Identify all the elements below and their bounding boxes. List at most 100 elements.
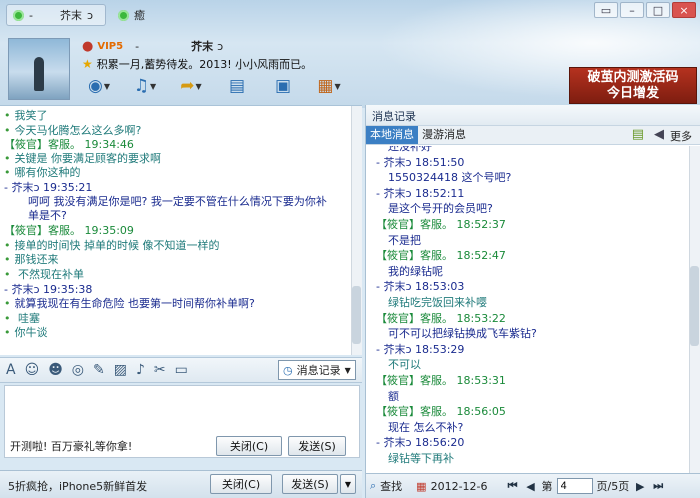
- ad-banner[interactable]: 破茧内测激活码 今日增发: [569, 67, 697, 104]
- bullet-icon: •: [4, 166, 11, 179]
- close-button[interactable]: ×: [672, 2, 696, 18]
- emoji-icon[interactable]: ☺: [25, 362, 40, 378]
- chat-line-text: 今天马化腾怎么这么多啊?: [14, 124, 142, 137]
- font-icon[interactable]: A: [6, 362, 16, 378]
- chat-line: • 关键是 你要满足顾客的要求啊: [4, 152, 161, 165]
- history-line: 可不可以把绿钻换成飞车紫钻?: [388, 327, 537, 341]
- history-line: 1550324418 这个号吧?: [388, 171, 512, 185]
- status-selector[interactable]: - 芥末 ↄ: [6, 4, 106, 26]
- input-send-button[interactable]: 发送(S): [288, 436, 346, 456]
- signature[interactable]: 积累一月,蓄势待发。2013! 小小风雨而已。: [97, 56, 312, 72]
- maximize-button[interactable]: □: [646, 2, 670, 18]
- remote-desktop-button[interactable]: ▣: [264, 72, 302, 100]
- chat-scrollbar[interactable]: [351, 106, 362, 355]
- file-transfer-button[interactable]: ➦ ▼: [172, 72, 210, 100]
- shake-icon[interactable]: ◎: [72, 362, 84, 378]
- history-line: - 芥末ↄ 18:53:03: [376, 280, 465, 294]
- history-footer: ⌕ 查找 ▦ 2012-12-6 ⏮ ◀ 第 页/5页 ▶ ⏭: [366, 473, 700, 498]
- chat-line: 【筱官】客服。 19:35:09: [4, 224, 134, 237]
- doodle-icon[interactable]: ✎: [93, 362, 105, 378]
- chat-line-text: 哪有你这种的: [14, 166, 81, 179]
- next-page-icon[interactable]: ▶: [633, 478, 647, 494]
- bottom-promo[interactable]: 5折疯抢，iPhone5新鲜首发: [8, 478, 147, 494]
- chat-line: 【筱官】客服。 19:34:46: [4, 138, 134, 151]
- bullet-icon: •: [4, 326, 11, 339]
- more-link[interactable]: 更多: [670, 128, 692, 144]
- history-panel: 消息记录 本地消息 漫游消息 ▤ ◀ 更多 还没补好 - 芥末ↄ 18:51:50…: [365, 105, 700, 498]
- history-line: 现在 怎么不补?: [388, 420, 464, 434]
- skin-button[interactable]: ▭: [594, 2, 618, 18]
- prev-page-icon[interactable]: ◀: [524, 478, 538, 494]
- minimize-button[interactable]: –: [620, 2, 644, 18]
- dropdown-arrow-icon: ▼: [103, 81, 110, 91]
- chat-toolbar: ◉ ▼ ♫ ▼ ➦ ▼ ▤ ▣ ▦ ▼: [80, 72, 348, 100]
- history-date[interactable]: 2012-12-6: [431, 480, 488, 493]
- history-scrollbar[interactable]: [689, 146, 700, 473]
- app-menu-button[interactable]: ▦ ▼: [310, 72, 348, 100]
- music-icon[interactable]: ♪: [136, 362, 145, 378]
- chat-line-text: 不然现在补单: [14, 268, 84, 281]
- mood-status[interactable]: 癒: [112, 4, 158, 26]
- more-tools-icon[interactable]: ▭: [175, 362, 188, 378]
- search-button[interactable]: 查找: [380, 478, 402, 494]
- nickname-title: 芥末: [59, 9, 82, 22]
- first-page-icon[interactable]: ⏮: [506, 478, 520, 494]
- calendar-icon[interactable]: ▦: [416, 480, 426, 493]
- history-line: 还没补好: [388, 146, 432, 153]
- avatar[interactable]: [8, 38, 70, 100]
- history-line: 是这个号开的会员吧?: [388, 202, 493, 216]
- bullet-icon: •: [4, 297, 11, 310]
- send-button[interactable]: 发送(S): [282, 474, 338, 494]
- last-page-icon[interactable]: ⏭: [651, 478, 665, 494]
- history-line: 额: [388, 389, 399, 403]
- history-line: 【筱官】客服。 18:52:37: [376, 218, 506, 231]
- page-number-input[interactable]: [556, 478, 593, 494]
- chat-line: • 今天马化腾怎么这么多啊?: [4, 124, 141, 137]
- magic-face-icon[interactable]: ☻: [48, 362, 63, 378]
- speaker-icon[interactable]: ◀: [654, 127, 664, 142]
- chat-line: • 哇塞: [4, 312, 40, 325]
- input-promo[interactable]: 开测啦! 百万豪礼等你拿!: [10, 438, 132, 454]
- chat-line-text: 那钱还来: [14, 253, 59, 266]
- chat-line: • 哪有你这种的: [4, 166, 81, 179]
- history-line: - 芥末ↄ 18:51:50: [376, 155, 465, 169]
- history-clock-icon: ◷: [283, 363, 293, 377]
- window-controls: ▭ – □ ×: [594, 2, 696, 18]
- dropdown-arrow-icon: ▼: [195, 81, 202, 91]
- chat-messages: • 我笑了 • 今天马化腾怎么这么多啊? 【筱官】客服。 19:34:46 • 关键是 你要…: [0, 105, 362, 355]
- chat-line-text: 【筱官】客服。 19:35:09: [4, 224, 134, 237]
- chat-line-text: 我笑了: [14, 109, 48, 122]
- history-line: - 芥末ↄ 18:53:29: [376, 342, 465, 356]
- chat-scroll-thumb[interactable]: [352, 286, 361, 344]
- penguin-icon: ●: [82, 38, 94, 54]
- close-chat-button[interactable]: 关闭(C): [210, 474, 272, 494]
- bullet-icon: •: [4, 152, 11, 165]
- chat-line: • 不然现在补单: [4, 268, 84, 281]
- input-close-button[interactable]: 关闭(C): [216, 436, 282, 456]
- history-manager-icon[interactable]: ▤: [632, 127, 644, 142]
- chat-line: • 你牛谈: [4, 326, 48, 339]
- voice-call-button[interactable]: ♫ ▼: [126, 72, 164, 100]
- history-line: 【筱官】客服。 18:53:31: [376, 374, 506, 387]
- bullet-icon: •: [4, 124, 11, 137]
- chat-line-text: 单是不?: [28, 209, 67, 222]
- message-history-button[interactable]: ◷ 消息记录 ▼: [278, 360, 356, 380]
- profile-nick-suffix: ↄ: [217, 39, 224, 53]
- chat-line: • 就算我现在有生命危险 也要第一时间帮你补单啊?: [4, 297, 255, 310]
- tab-local-messages[interactable]: 本地消息: [366, 126, 418, 144]
- tab-roaming-messages[interactable]: 漫游消息: [418, 126, 470, 144]
- bottom-bar: 5折疯抢，iPhone5新鲜首发 关闭(C) 发送(S) ▼: [0, 470, 362, 498]
- video-call-button[interactable]: ◉ ▼: [80, 72, 118, 100]
- history-line: - 芥末ↄ 18:56:20: [376, 436, 465, 450]
- search-icon[interactable]: ⌕: [370, 479, 376, 493]
- dropdown-arrow-icon: ▼: [344, 365, 351, 375]
- chat-line: • 那钱还来: [4, 253, 59, 266]
- vip-badge[interactable]: VIP5: [97, 41, 123, 52]
- history-line: - 芥末ↄ 18:52:11: [376, 186, 465, 200]
- screenshot-icon[interactable]: ✂: [154, 362, 166, 378]
- create-group-button[interactable]: ▤: [218, 72, 256, 100]
- send-options-button[interactable]: ▼: [340, 474, 356, 494]
- image-icon[interactable]: ▨: [114, 362, 127, 378]
- chat-line-text: 就算我现在有生命危险 也要第一时间帮你补单啊?: [14, 297, 255, 310]
- history-scroll-thumb[interactable]: [690, 266, 699, 346]
